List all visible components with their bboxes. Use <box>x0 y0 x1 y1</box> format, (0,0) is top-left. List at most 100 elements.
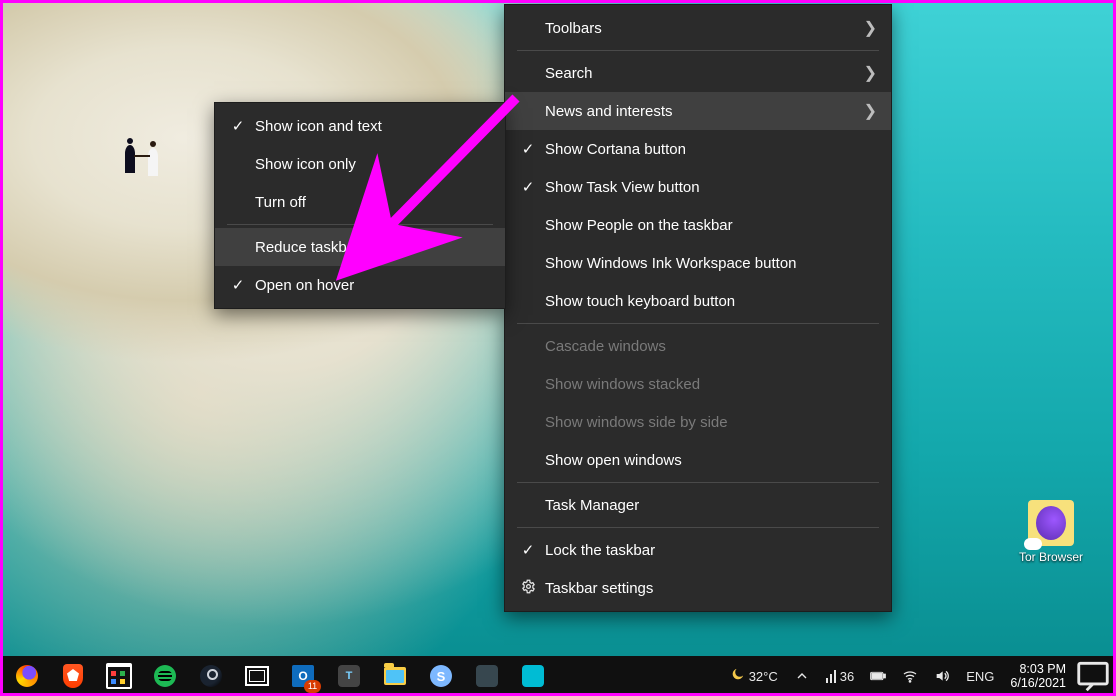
menu-item-open-on-hover[interactable]: Open on hover <box>215 266 505 304</box>
battery-icon <box>870 668 886 684</box>
moon-icon <box>730 667 745 685</box>
check-icon <box>517 178 539 196</box>
chevron-up-icon <box>794 668 810 684</box>
menu-item-label: Task Manager <box>545 497 877 514</box>
window-icon <box>245 666 269 686</box>
brave-icon <box>63 664 83 688</box>
menu-item-label: Search <box>545 65 864 82</box>
chevron-right-icon: ❯ <box>864 63 877 83</box>
tray-language[interactable]: ENG <box>958 656 1002 696</box>
menu-item-task-manager[interactable]: Task Manager <box>505 486 891 524</box>
news-interests-submenu: Show icon and text Show icon only Turn o… <box>214 102 506 309</box>
menu-item-news-and-interests[interactable]: News and interests ❯ <box>505 92 891 130</box>
menu-item-label: Cascade windows <box>545 338 877 355</box>
taskbar-app-generic-3[interactable] <box>510 656 556 696</box>
taskbar-app-brave[interactable] <box>50 656 96 696</box>
menu-item-taskbar-settings[interactable]: Taskbar settings <box>505 569 891 607</box>
menu-item-search[interactable]: Search ❯ <box>505 54 891 92</box>
volume-icon <box>934 668 950 684</box>
taskbar-app-firefox[interactable] <box>4 656 50 696</box>
clock-time: 8:03 PM <box>1010 662 1066 676</box>
check-icon <box>227 117 249 135</box>
tray-wifi[interactable] <box>894 656 926 696</box>
menu-item-show-open-windows[interactable]: Show open windows <box>505 441 891 479</box>
menu-item-show-touch-keyboard[interactable]: Show touch keyboard button <box>505 282 891 320</box>
menu-item-label: Taskbar settings <box>545 580 877 597</box>
spotify-icon <box>154 665 176 687</box>
menu-item-toolbars[interactable]: Toolbars ❯ <box>505 9 891 47</box>
app-icon <box>522 665 544 687</box>
menu-item-label: Open on hover <box>255 277 491 294</box>
menu-item-label: Show icon and text <box>255 118 491 135</box>
language-label: ENG <box>966 669 994 684</box>
taskbar-context-menu: Toolbars ❯ Search ❯ News and interests ❯… <box>504 4 892 612</box>
steam-icon <box>200 665 222 687</box>
chevron-right-icon: ❯ <box>864 101 877 121</box>
taskbar-app-generic[interactable] <box>234 656 280 696</box>
menu-item-label: Lock the taskbar <box>545 542 877 559</box>
check-icon <box>517 541 539 559</box>
menu-item-lock-taskbar[interactable]: Lock the taskbar <box>505 531 891 569</box>
check-icon <box>227 276 249 294</box>
menu-item-show-task-view[interactable]: Show Task View button <box>505 168 891 206</box>
menu-item-label: Show icon only <box>255 156 491 173</box>
tray-clock[interactable]: 8:03 PM 6/16/2021 <box>1002 662 1074 691</box>
chevron-right-icon: ❯ <box>864 18 877 38</box>
menu-item-show-icon-and-text[interactable]: Show icon and text <box>215 107 505 145</box>
app-icon: T <box>338 665 360 687</box>
menu-item-label: Show People on the taskbar <box>545 217 877 234</box>
menu-item-label: Show Windows Ink Workspace button <box>545 255 877 272</box>
desktop-icon-label: Tor Browser <box>1010 550 1092 564</box>
menu-item-cascade: Cascade windows <box>505 327 891 365</box>
menu-item-stacked: Show windows stacked <box>505 365 891 403</box>
menu-item-label: Show windows stacked <box>545 376 877 393</box>
temperature-sensor[interactable]: 36 <box>818 656 862 696</box>
taskbar-app-skype[interactable] <box>418 656 464 696</box>
tray-notifications[interactable] <box>1074 656 1112 696</box>
weather-widget[interactable]: 32°C <box>722 656 786 696</box>
check-icon <box>517 140 539 158</box>
menu-item-label: Show touch keyboard button <box>545 293 877 310</box>
file-explorer-icon <box>384 667 406 685</box>
tray-battery[interactable] <box>862 656 894 696</box>
menu-item-turn-off[interactable]: Turn off <box>215 183 505 221</box>
tray-volume[interactable] <box>926 656 958 696</box>
wifi-icon <box>902 668 918 684</box>
taskbar-app-store[interactable] <box>96 656 142 696</box>
menu-item-label: Show Task View button <box>545 179 877 196</box>
menu-item-label: Toolbars <box>545 20 864 37</box>
menu-item-show-ink-workspace[interactable]: Show Windows Ink Workspace button <box>505 244 891 282</box>
menu-item-label: Show windows side by side <box>545 414 877 431</box>
gear-icon <box>517 579 539 598</box>
firefox-icon <box>16 665 38 687</box>
taskbar-app-steam[interactable] <box>188 656 234 696</box>
app-icon <box>476 665 498 687</box>
menu-item-side-by-side: Show windows side by side <box>505 403 891 441</box>
notification-icon <box>1074 657 1112 695</box>
taskbar-app-file-explorer[interactable] <box>372 656 418 696</box>
badge-count: 11 <box>304 680 321 693</box>
weather-temp: 32°C <box>749 669 778 684</box>
menu-item-label: Show open windows <box>545 452 877 469</box>
menu-item-label: Show Cortana button <box>545 141 877 158</box>
microsoft-store-icon <box>106 663 132 689</box>
bars-icon <box>826 669 836 683</box>
taskbar: 11 T 32°C 36 ENG <box>0 656 1116 696</box>
menu-item-show-cortana[interactable]: Show Cortana button <box>505 130 891 168</box>
taskbar-app-outlook[interactable]: 11 <box>280 656 326 696</box>
taskbar-app-topaz[interactable]: T <box>326 656 372 696</box>
sensor-value: 36 <box>840 669 854 684</box>
menu-item-show-icon-only[interactable]: Show icon only <box>215 145 505 183</box>
menu-item-reduce-taskbar-updates[interactable]: Reduce taskbar updates <box>215 228 505 266</box>
clock-date: 6/16/2021 <box>1010 676 1066 690</box>
menu-item-label: News and interests <box>545 103 864 120</box>
taskbar-app-spotify[interactable] <box>142 656 188 696</box>
menu-item-label: Reduce taskbar updates <box>255 239 491 256</box>
tor-browser-icon <box>1028 500 1074 546</box>
desktop-icon-tor-browser[interactable]: Tor Browser <box>1010 500 1092 564</box>
menu-item-show-people[interactable]: Show People on the taskbar <box>505 206 891 244</box>
taskbar-app-generic-2[interactable] <box>464 656 510 696</box>
skype-icon <box>430 665 452 687</box>
menu-item-label: Turn off <box>255 194 491 211</box>
tray-overflow[interactable] <box>786 656 818 696</box>
